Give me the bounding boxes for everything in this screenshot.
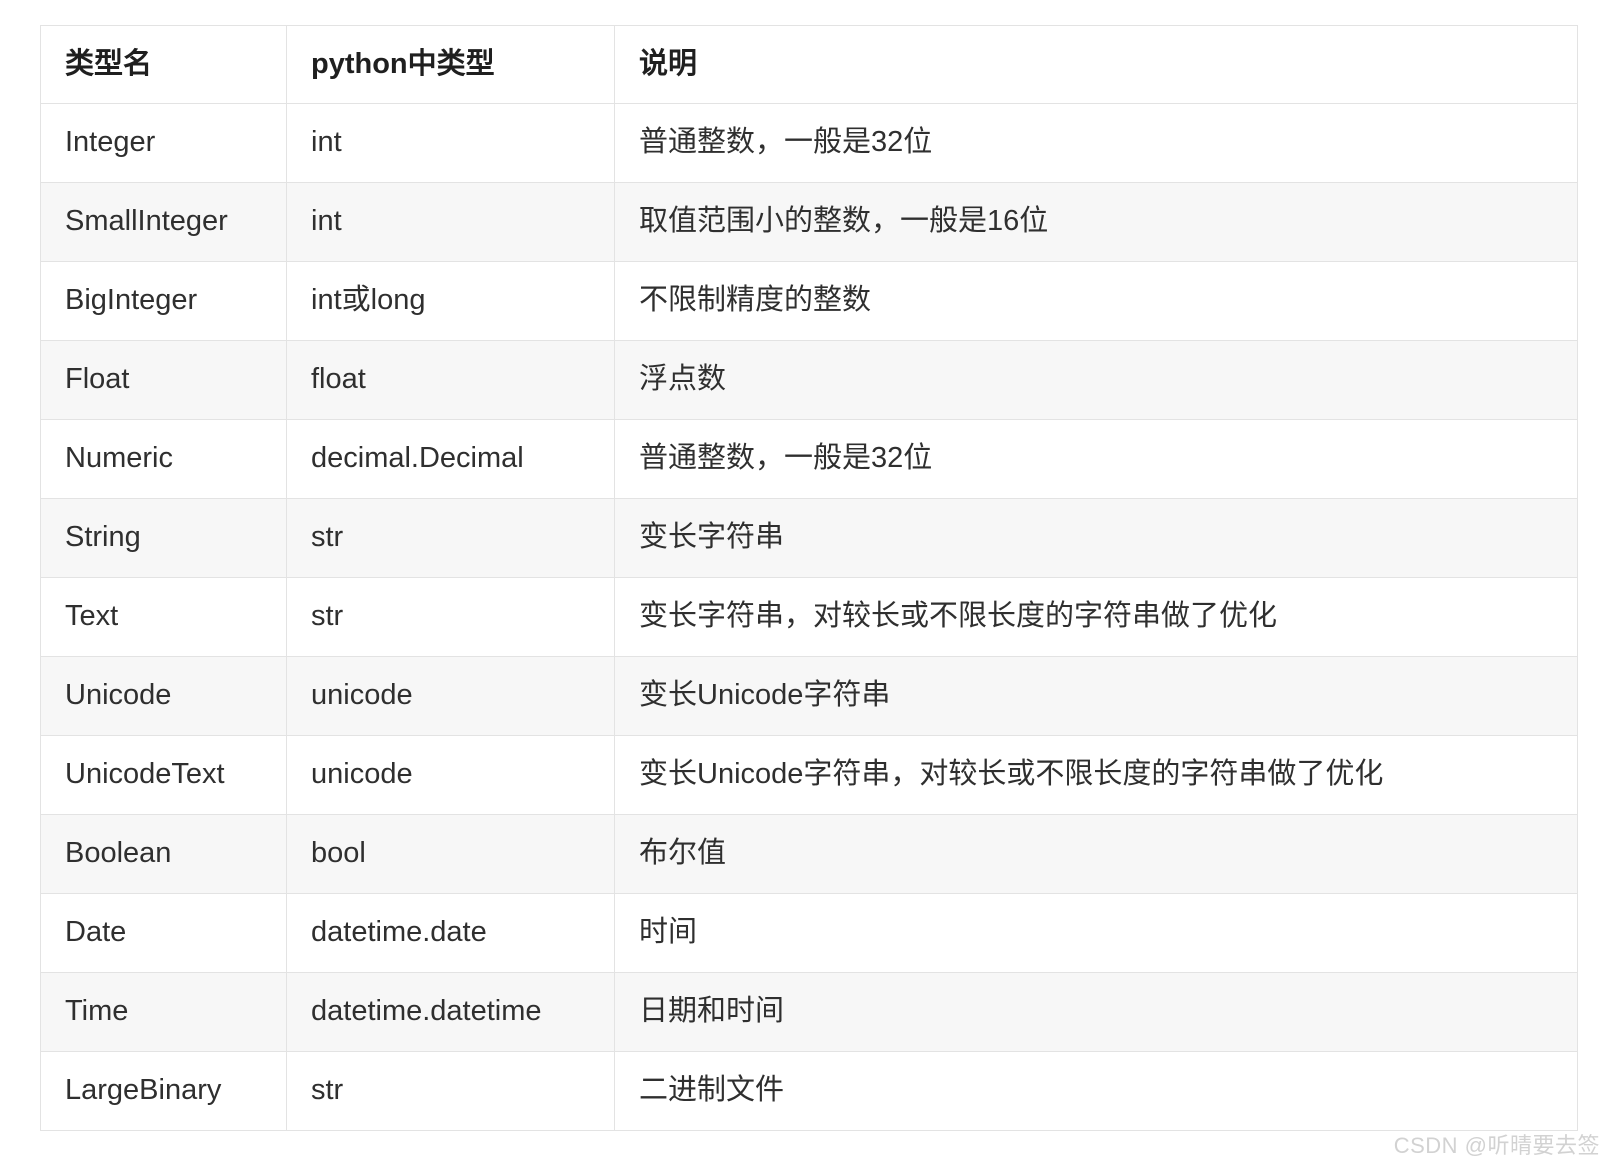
table-row: SmallInteger int 取值范围小的整数，一般是16位 [40,182,1578,262]
table-row: LargeBinary str 二进制文件 [40,1051,1578,1131]
table-row: String str 变长字符串 [40,498,1578,578]
column-header-type-name: 类型名 [40,25,287,104]
cell-description: 取值范围小的整数，一般是16位 [614,182,1578,262]
cell-type-name: LargeBinary [40,1051,287,1131]
cell-type-name: Boolean [40,814,287,894]
cell-python-type: str [286,577,615,657]
cell-python-type: float [286,340,615,420]
cell-python-type: datetime.datetime [286,972,615,1052]
cell-description: 二进制文件 [614,1051,1578,1131]
cell-python-type: int或long [286,261,615,341]
cell-python-type: decimal.Decimal [286,419,615,499]
cell-description: 普通整数，一般是32位 [614,103,1578,183]
cell-description: 普通整数，一般是32位 [614,419,1578,499]
table-row: UnicodeText unicode 变长Unicode字符串，对较长或不限长… [40,735,1578,815]
column-header-description: 说明 [614,25,1578,104]
table-row: Date datetime.date 时间 [40,893,1578,973]
cell-type-name: Unicode [40,656,287,736]
cell-description: 变长字符串 [614,498,1578,578]
cell-type-name: Integer [40,103,287,183]
cell-description: 不限制精度的整数 [614,261,1578,341]
table-header: 类型名 python中类型 说明 [40,25,1578,104]
page-root: 类型名 python中类型 说明 Integer int 普通整数，一般是32位… [0,0,1612,1162]
table-body: Integer int 普通整数，一般是32位 SmallInteger int… [40,103,1578,1131]
table-row: BigInteger int或long 不限制精度的整数 [40,261,1578,341]
cell-type-name: Time [40,972,287,1052]
table-row: Integer int 普通整数，一般是32位 [40,103,1578,183]
cell-type-name: Date [40,893,287,973]
cell-type-name: Float [40,340,287,420]
cell-python-type: int [286,103,615,183]
data-types-table-container: 类型名 python中类型 说明 Integer int 普通整数，一般是32位… [40,25,1578,1131]
cell-description: 变长Unicode字符串，对较长或不限长度的字符串做了优化 [614,735,1578,815]
table-header-row: 类型名 python中类型 说明 [40,25,1578,104]
table-row: Time datetime.datetime 日期和时间 [40,972,1578,1052]
cell-python-type: bool [286,814,615,894]
column-header-python-type: python中类型 [286,25,615,104]
cell-python-type: unicode [286,656,615,736]
cell-type-name: UnicodeText [40,735,287,815]
cell-type-name: Text [40,577,287,657]
cell-python-type: str [286,498,615,578]
cell-description: 日期和时间 [614,972,1578,1052]
table-row: Float float 浮点数 [40,340,1578,420]
cell-python-type: int [286,182,615,262]
cell-description: 时间 [614,893,1578,973]
table-row: Numeric decimal.Decimal 普通整数，一般是32位 [40,419,1578,499]
cell-description: 布尔值 [614,814,1578,894]
cell-description: 浮点数 [614,340,1578,420]
csdn-watermark: CSDN @听晴要去签 [1393,1133,1600,1158]
cell-type-name: Numeric [40,419,287,499]
table-row: Unicode unicode 变长Unicode字符串 [40,656,1578,736]
data-types-table: 类型名 python中类型 说明 Integer int 普通整数，一般是32位… [40,25,1578,1131]
cell-description: 变长Unicode字符串 [614,656,1578,736]
table-row: Boolean bool 布尔值 [40,814,1578,894]
cell-python-type: datetime.date [286,893,615,973]
cell-type-name: BigInteger [40,261,287,341]
cell-python-type: unicode [286,735,615,815]
cell-python-type: str [286,1051,615,1131]
cell-description: 变长字符串，对较长或不限长度的字符串做了优化 [614,577,1578,657]
cell-type-name: SmallInteger [40,182,287,262]
cell-type-name: String [40,498,287,578]
table-row: Text str 变长字符串，对较长或不限长度的字符串做了优化 [40,577,1578,657]
